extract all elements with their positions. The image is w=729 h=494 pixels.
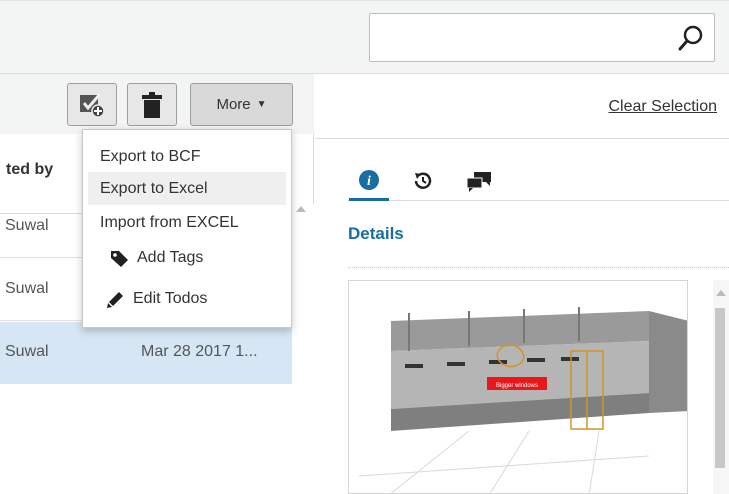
row-name: Suwal <box>5 280 49 297</box>
scroll-up-icon[interactable] <box>296 206 306 212</box>
search-input[interactable] <box>376 22 666 52</box>
menu-item-export-bcf[interactable]: Export to BCF <box>88 140 286 173</box>
search-icon[interactable] <box>677 24 705 52</box>
viewpoint-snapshot[interactable]: Bigger windows <box>348 280 688 494</box>
menu-item-label: Export to BCF <box>100 148 201 165</box>
menu-item-label: Import from EXCEL <box>100 214 239 231</box>
details-heading: Details <box>348 224 404 243</box>
info-icon: i <box>359 169 379 190</box>
caret-down-icon: ▼ <box>256 99 267 110</box>
tab-comments[interactable] <box>459 161 499 201</box>
menu-item-edit-todos[interactable]: Edit Todos <box>88 282 286 315</box>
menu-item-add-tags[interactable]: Add Tags <box>88 241 286 274</box>
svg-text:i: i <box>367 174 371 189</box>
column-header-label: ted by <box>6 161 54 178</box>
details-divider <box>348 267 729 268</box>
comments-icon <box>466 172 491 192</box>
tab-history[interactable] <box>403 161 443 201</box>
add-todo-icon <box>80 92 105 118</box>
menu-item-label: Export to Excel <box>100 180 208 197</box>
trash-icon <box>142 91 162 118</box>
scrollbar-thumb[interactable] <box>715 308 725 468</box>
row-date: Mar 28 2017 1... <box>141 343 258 360</box>
clear-selection-link[interactable]: Clear Selection <box>609 98 718 116</box>
detail-tabs: i <box>347 161 729 201</box>
menu-item-label: Edit Todos <box>133 290 208 307</box>
top-bar <box>0 0 729 74</box>
row-name: Suwal <box>5 217 49 234</box>
tag-icon <box>111 250 128 267</box>
snapshot-label: Bigger windows <box>496 383 538 389</box>
list-scrollbar[interactable] <box>292 204 314 494</box>
menu-item-export-excel[interactable]: Export to Excel <box>88 172 286 205</box>
add-todo-button[interactable] <box>67 83 117 126</box>
building-model-image: Bigger windows <box>349 281 687 493</box>
table-row-selected[interactable]: Suwal Mar 28 2017 1... <box>0 322 292 384</box>
history-icon <box>414 172 432 189</box>
menu-item-import-excel[interactable]: Import from EXCEL <box>88 206 286 239</box>
delete-button[interactable] <box>127 83 177 126</box>
divider <box>315 138 729 139</box>
more-button-label: More <box>216 96 251 113</box>
pencil-icon <box>107 291 123 308</box>
more-dropdown-menu: Export to BCF Export to Excel Import fro… <box>82 129 292 328</box>
menu-item-label: Add Tags <box>137 249 204 266</box>
list-toolbar: More ▼ <box>0 74 314 134</box>
row-name: Suwal <box>5 343 49 360</box>
tab-info[interactable]: i <box>349 161 389 201</box>
snapshot-scrollbar[interactable] <box>713 280 729 494</box>
search-box[interactable] <box>369 13 715 62</box>
more-button[interactable]: More ▼ <box>190 83 293 126</box>
details-panel: Clear Selection i Details Bigger windows <box>315 74 729 494</box>
scroll-up-icon[interactable] <box>716 290 726 296</box>
